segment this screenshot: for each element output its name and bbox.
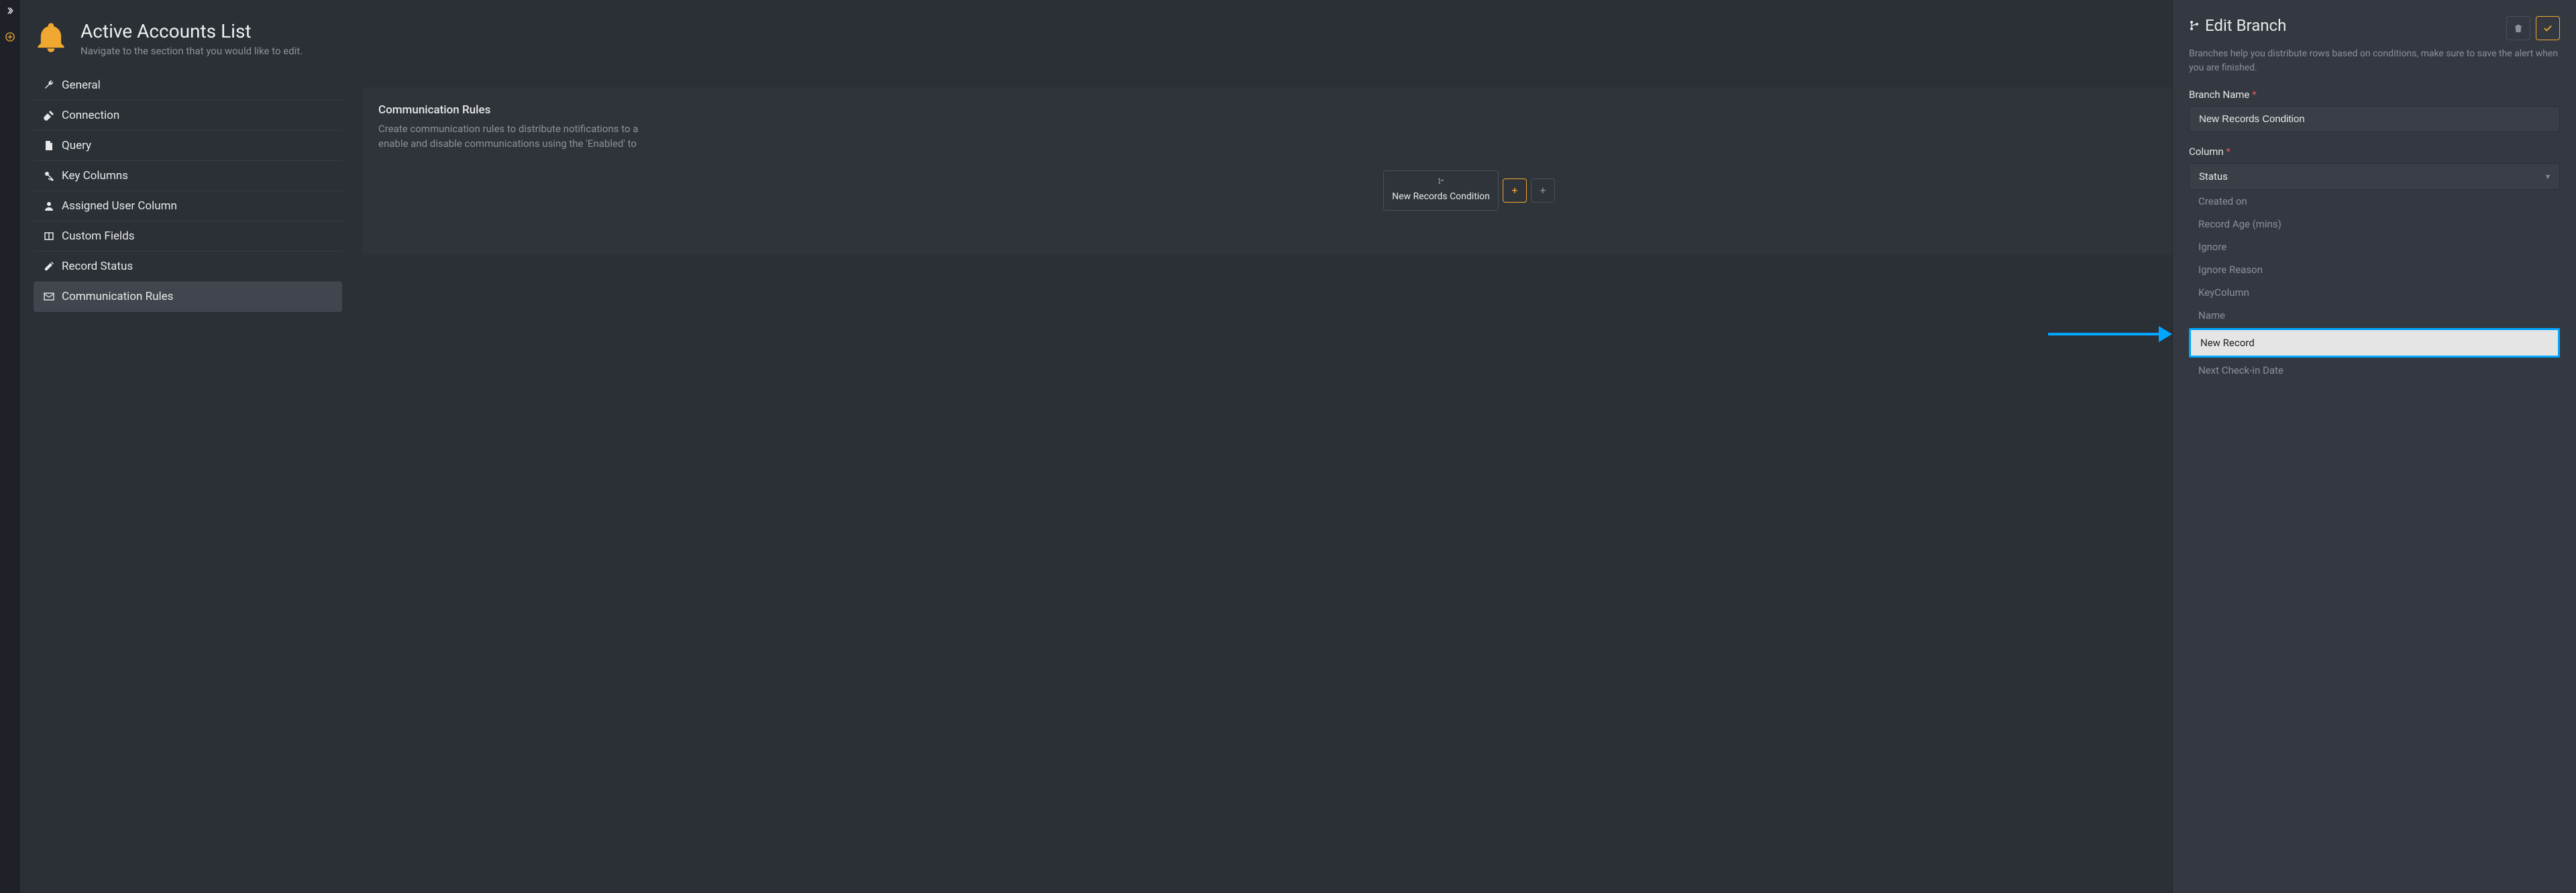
page-subtitle: Navigate to the section that you would l… bbox=[80, 45, 303, 57]
nav-item-label: Connection bbox=[62, 109, 119, 122]
left-column: Active Accounts List Navigate to the sec… bbox=[20, 0, 342, 893]
section-nav: General Connection Query Key Columns Assigne… bbox=[34, 70, 342, 312]
dropdown-option[interactable]: Ignore Reason bbox=[2189, 258, 2560, 281]
wrench-icon bbox=[43, 80, 55, 91]
nav-item-label: Communication Rules bbox=[62, 290, 173, 303]
add-icon[interactable] bbox=[5, 32, 15, 44]
nav-item-label: General bbox=[62, 78, 101, 92]
dropdown-option[interactable]: Next Check-in Date bbox=[2189, 359, 2560, 382]
branch-icon bbox=[2189, 16, 2200, 35]
dropdown-option[interactable]: Record Age (mins) bbox=[2189, 213, 2560, 235]
column-dropdown: Created onRecord Age (mins)IgnoreIgnore … bbox=[2189, 190, 2560, 382]
nav-item-assigned-user-column[interactable]: Assigned User Column bbox=[34, 191, 342, 221]
user-icon bbox=[43, 201, 55, 211]
drawer-description: Branches help you distribute rows based … bbox=[2189, 47, 2560, 75]
columns-icon bbox=[43, 231, 55, 242]
edit-branch-drawer: Edit Branch Branches help you distribute… bbox=[2172, 0, 2576, 893]
dropdown-option[interactable]: Ignore bbox=[2189, 235, 2560, 258]
sidebar-collapsed bbox=[0, 0, 20, 893]
page-title: Active Accounts List bbox=[80, 20, 303, 42]
confirm-button[interactable] bbox=[2536, 16, 2560, 40]
key-icon bbox=[43, 170, 55, 181]
nav-item-label: Custom Fields bbox=[62, 229, 134, 243]
nav-item-general[interactable]: General bbox=[34, 70, 342, 101]
dropdown-option[interactable]: New Record bbox=[2189, 328, 2560, 358]
nav-item-custom-fields[interactable]: Custom Fields bbox=[34, 221, 342, 252]
column-label: Column * bbox=[2189, 146, 2560, 158]
delete-button[interactable] bbox=[2506, 16, 2530, 40]
bell-icon bbox=[34, 20, 68, 55]
nav-item-label: Record Status bbox=[62, 260, 133, 273]
branch-label: New Records Condition bbox=[1392, 191, 1490, 202]
nav-item-label: Assigned User Column bbox=[62, 199, 177, 213]
branch-name-label: Branch Name * bbox=[2189, 89, 2560, 101]
envelope-icon bbox=[43, 291, 55, 302]
dropdown-option[interactable]: Name bbox=[2189, 304, 2560, 327]
column-select[interactable]: Status ▾ bbox=[2189, 163, 2560, 190]
nav-item-record-status[interactable]: Record Status bbox=[34, 252, 342, 282]
branch-name-input[interactable] bbox=[2189, 106, 2560, 132]
add-branch-secondary-button[interactable]: + bbox=[1531, 178, 1555, 203]
branch-chip[interactable]: New Records Condition bbox=[1383, 170, 1499, 211]
nav-item-communication-rules[interactable]: Communication Rules bbox=[34, 282, 342, 312]
drawer-title: Edit Branch bbox=[2189, 16, 2286, 35]
nav-item-label: Query bbox=[62, 139, 91, 152]
nav-item-key-columns[interactable]: Key Columns bbox=[34, 161, 342, 191]
plug-icon bbox=[43, 110, 55, 121]
expand-sidebar-icon[interactable] bbox=[6, 7, 14, 17]
nav-item-label: Key Columns bbox=[62, 169, 128, 182]
chevron-down-icon: ▾ bbox=[2546, 172, 2550, 181]
page-header: Active Accounts List Navigate to the sec… bbox=[34, 20, 342, 57]
dropdown-option[interactable]: Created on bbox=[2189, 190, 2560, 213]
branch-icon bbox=[1392, 178, 1490, 187]
edit-icon bbox=[43, 261, 55, 272]
nav-item-query[interactable]: Query bbox=[34, 131, 342, 161]
nav-item-connection[interactable]: Connection bbox=[34, 101, 342, 131]
dropdown-option[interactable]: KeyColumn bbox=[2189, 281, 2560, 304]
add-branch-button[interactable]: + bbox=[1503, 178, 1527, 203]
file-icon bbox=[43, 140, 55, 151]
